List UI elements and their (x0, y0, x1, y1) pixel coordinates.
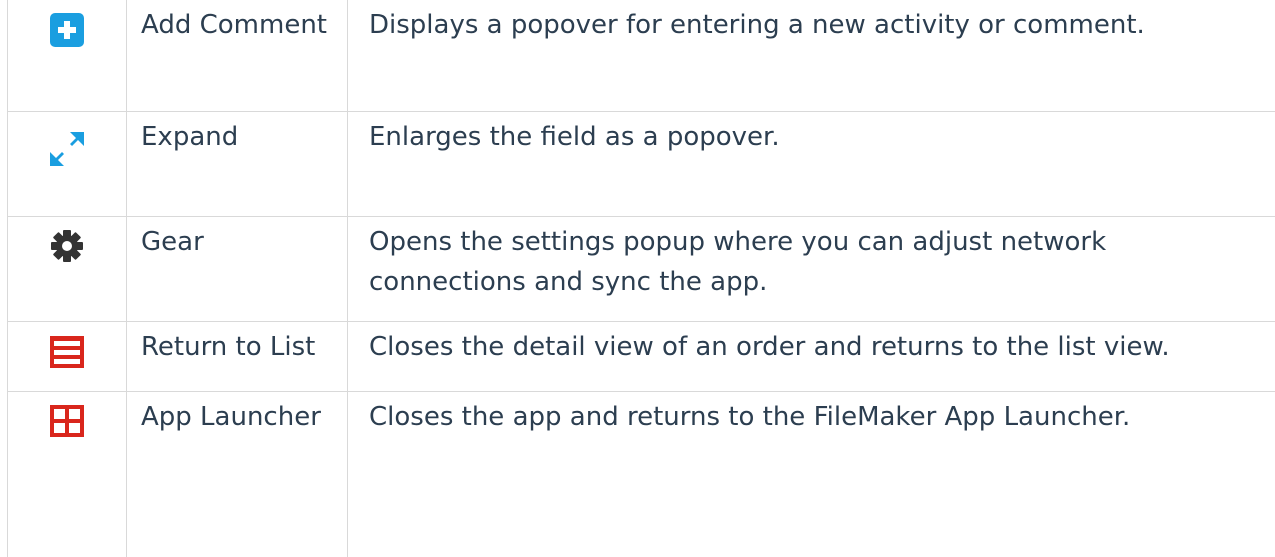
add-comment-icon (50, 13, 84, 47)
button-description: Closes the app and returns to the FileMa… (347, 390, 1275, 557)
icon-cell (7, 390, 127, 557)
expand-icon (50, 131, 84, 166)
table-row: Expand Enlarges the field as a popover. (7, 110, 1275, 217)
button-name: Return to List (126, 320, 348, 392)
table-row: App Launcher Closes the app and returns … (7, 390, 1275, 557)
table-row: Add Comment Displays a popover for enter… (7, 0, 1275, 112)
button-name: Expand (126, 110, 348, 217)
gear-icon (50, 229, 84, 263)
button-description: Enlarges the field as a popover. (347, 110, 1275, 217)
icon-cell (7, 110, 127, 217)
icon-cell (7, 320, 127, 392)
button-description: Closes the detail view of an order and r… (347, 320, 1275, 392)
button-description: Opens the settings popup where you can a… (347, 215, 1275, 322)
button-reference-table: Add Comment Displays a popover for enter… (7, 0, 1275, 557)
button-name: App Launcher (126, 390, 348, 557)
icon-cell (7, 215, 127, 322)
table-row: Gear Opens the settings popup where you … (7, 215, 1275, 322)
app-launcher-icon (50, 404, 84, 437)
table-row: Return to List Closes the detail view of… (7, 320, 1275, 392)
button-name: Gear (126, 215, 348, 322)
icon-cell (7, 0, 127, 112)
button-description: Displays a popover for entering a new ac… (347, 0, 1275, 112)
list-icon (50, 335, 84, 368)
button-name: Add Comment (126, 0, 348, 112)
